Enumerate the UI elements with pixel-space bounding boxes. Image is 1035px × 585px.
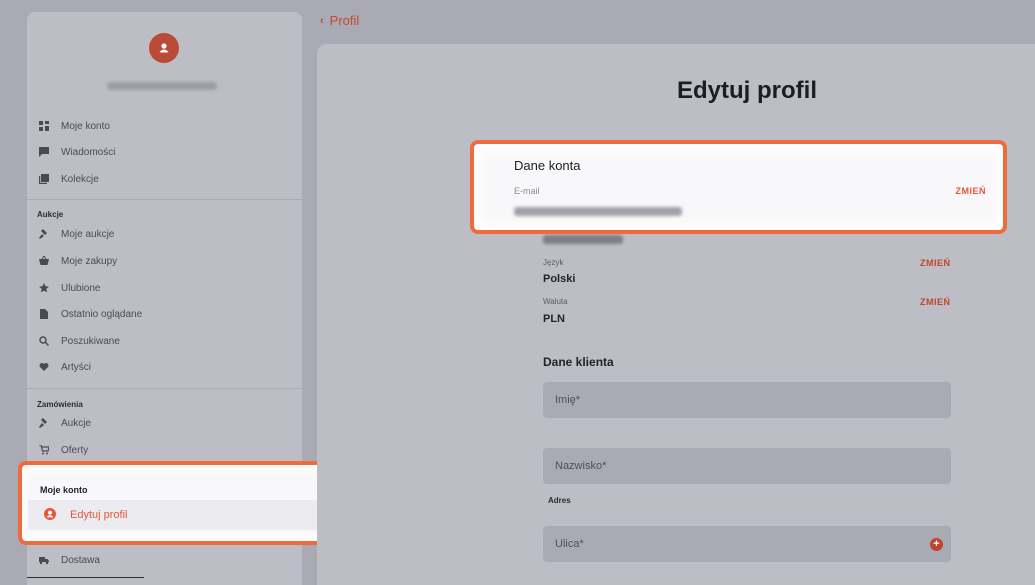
cart-icon: [37, 443, 51, 457]
chevron-left-icon: ‹: [320, 14, 324, 27]
main-panel: [317, 44, 1035, 585]
gavel-icon: [37, 416, 51, 430]
imie-placeholder: Imię*: [555, 394, 581, 406]
highlight-moje-konto: Moje konto Edytuj profil: [18, 461, 336, 545]
user-circle-icon: [44, 508, 58, 522]
sidebar-item-moje-aukcje[interactable]: Moje aukcje: [37, 224, 114, 244]
user-icon: [156, 40, 172, 56]
phone-blurred: [543, 235, 623, 244]
sidebar-item-ostatnio-ogladane[interactable]: Ostatnio oglądane: [37, 304, 142, 324]
sidebar-item-label: Artyści: [61, 361, 91, 373]
dashboard-icon: [37, 119, 51, 133]
add-icon[interactable]: +: [930, 537, 943, 551]
sidebar-item-label: Oferty: [61, 444, 89, 456]
basket-icon: [37, 254, 51, 268]
sidebar-item-label: Aukcje: [61, 417, 92, 429]
sidebar-item-zamowienia-aukcje[interactable]: Aukcje: [37, 413, 91, 433]
adres-label: Adres: [548, 496, 571, 505]
jezyk-label: Język: [543, 258, 564, 267]
sidebar-item-kolekcje[interactable]: Kolekcje: [37, 169, 99, 189]
sidebar-item-wiadomosci[interactable]: Wiadomości: [37, 142, 115, 162]
sidebar-item-label: Moje aukcje: [61, 228, 115, 240]
sidebar-item-edytuj-profil[interactable]: Edytuj profil: [28, 500, 328, 530]
user-email-blurred: [107, 82, 217, 90]
sidebar-item-artysci[interactable]: Artyści: [37, 357, 91, 377]
sidebar-item-poszukiwane[interactable]: Poszukiwane: [37, 331, 120, 351]
sidebar-item-moje-zakupy[interactable]: Moje zakupy: [37, 251, 117, 271]
document-icon: [37, 307, 51, 321]
section-head-zamowienia: Zamówienia: [37, 400, 83, 409]
change-jezyk-button[interactable]: ZMIEŃ: [920, 258, 951, 268]
sidebar-item-label: Edytuj profil: [70, 509, 128, 521]
search-icon: [37, 334, 51, 348]
dane-konta-title: Dane konta: [514, 158, 581, 173]
dane-klienta-title: Dane klienta: [543, 355, 614, 369]
sidebar-item-label: Moje konto: [61, 120, 110, 132]
truck-icon: [37, 553, 51, 567]
sidebar-item-oferty[interactable]: Oferty: [37, 440, 88, 460]
section-head-moje-konto: Moje konto: [40, 485, 88, 495]
sidebar-item-dostawa[interactable]: Dostawa: [37, 550, 100, 570]
waluta-value: PLN: [543, 313, 565, 325]
collection-icon: [37, 172, 51, 186]
change-email-button[interactable]: ZMIEŃ: [956, 186, 987, 196]
email-label: E-mail: [514, 186, 540, 196]
heart-icon: [37, 360, 51, 374]
email-value-blurred: [514, 207, 682, 216]
sidebar-item-moje-konto[interactable]: Moje konto: [37, 116, 110, 136]
nazwisko-placeholder: Nazwisko*: [555, 460, 607, 472]
gavel-icon: [37, 227, 51, 241]
divider: [27, 199, 302, 200]
highlight-dane-konta: Dane konta E-mail ZMIEŃ: [470, 140, 1007, 234]
message-icon: [37, 145, 51, 159]
sidebar-item-ulubione[interactable]: Ulubione: [37, 278, 100, 298]
page-title: Edytuj profil: [677, 77, 817, 104]
jezyk-value: Polski: [543, 273, 576, 285]
star-icon: [37, 281, 51, 295]
nazwisko-field[interactable]: Nazwisko*: [543, 448, 951, 484]
section-head-aukcje: Aukcje: [37, 210, 64, 219]
ulica-field[interactable]: Ulica* +: [543, 526, 951, 562]
sidebar-item-label: Ostatnio oglądane: [61, 308, 143, 320]
sidebar-item-label: Wiadomości: [61, 146, 116, 158]
back-label: Profil: [329, 13, 360, 28]
avatar[interactable]: [149, 33, 179, 63]
ulica-placeholder: Ulica*: [555, 538, 584, 550]
divider: [27, 577, 144, 578]
change-waluta-button[interactable]: ZMIEŃ: [920, 297, 951, 307]
divider: [27, 388, 302, 389]
sidebar-item-label: Kolekcje: [61, 173, 99, 185]
back-link[interactable]: ‹ Profil: [320, 13, 359, 28]
sidebar-item-label: Dostawa: [61, 554, 100, 566]
waluta-label: Waluta: [543, 297, 568, 306]
imie-field[interactable]: Imię*: [543, 382, 951, 418]
sidebar-item-label: Ulubione: [61, 282, 101, 294]
sidebar-item-label: Poszukiwane: [61, 335, 120, 347]
sidebar-item-label: Moje zakupy: [61, 255, 118, 267]
